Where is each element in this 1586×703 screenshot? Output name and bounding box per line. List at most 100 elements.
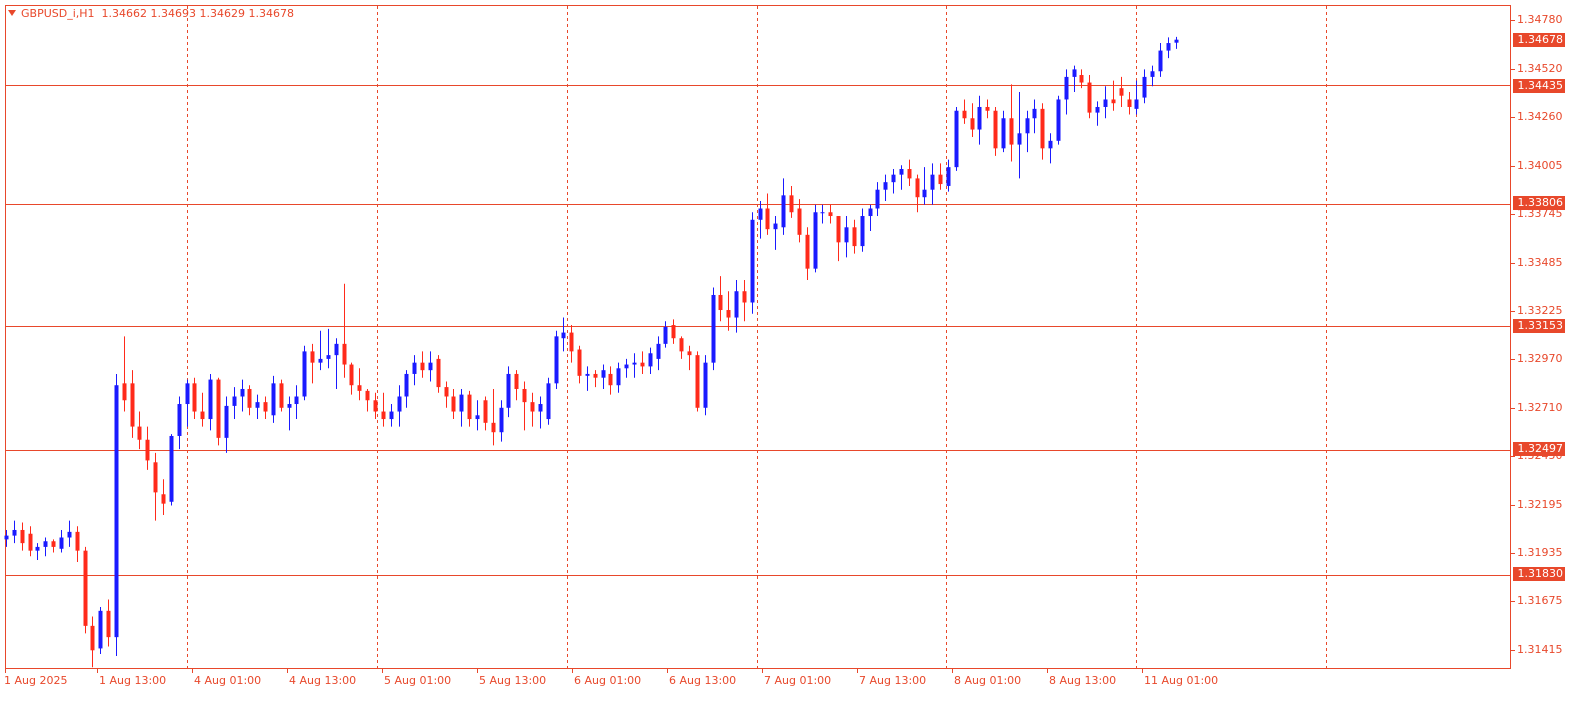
price-tick-mark [1511, 263, 1515, 264]
candle-body [891, 174, 896, 183]
candle-body [836, 216, 841, 243]
price-tick-label: 1.34005 [1517, 159, 1563, 172]
candle-body [459, 394, 464, 412]
candle-body [420, 362, 425, 371]
candle-body [381, 411, 386, 420]
candlestick [98, 607, 103, 655]
price-tick-label: 1.31935 [1517, 546, 1563, 559]
candlestick [381, 392, 386, 427]
candlestick [475, 400, 480, 431]
candle-body [797, 208, 802, 235]
candlestick [530, 392, 535, 427]
candle-body [271, 383, 276, 416]
time-tick-mark [1047, 669, 1048, 673]
candlestick [232, 387, 237, 420]
candle-body [1001, 118, 1006, 149]
candlestick [922, 167, 927, 205]
price-tick-mark [1511, 505, 1515, 506]
candlestick [915, 174, 920, 213]
ohlc-readout: 1.34662 1.34693 1.34629 1.34678 [101, 7, 294, 20]
time-tick-label: 7 Aug 13:00 [859, 674, 927, 687]
candlestick [349, 362, 354, 395]
candle-body [349, 364, 354, 386]
candlestick [1127, 91, 1132, 115]
collapse-triangle-icon[interactable] [8, 10, 16, 16]
candlestick [797, 199, 802, 243]
candlestick [436, 355, 441, 393]
candle-body [970, 118, 975, 130]
candlestick [255, 394, 260, 420]
candle-body [357, 385, 362, 391]
candlestick [287, 396, 292, 431]
time-tick-mark [572, 669, 573, 673]
candle-body [1072, 69, 1077, 77]
candle-body [718, 294, 723, 311]
candle-body [773, 223, 778, 230]
level-price-badge: 1.33153 [1513, 319, 1565, 333]
candlestick [860, 208, 865, 252]
candle-body [1127, 99, 1132, 107]
candlestick [67, 520, 72, 547]
price-tick-mark [1511, 69, 1515, 70]
candle-body [177, 404, 182, 436]
candlestick [4, 529, 9, 547]
candle-body [475, 415, 480, 420]
time-tick-label: 4 Aug 13:00 [289, 674, 357, 687]
time-tick-label: 4 Aug 01:00 [194, 674, 262, 687]
symbol-label: GBPUSD_i,H1 [21, 7, 95, 20]
candle-body [671, 325, 676, 339]
candlestick [1072, 65, 1077, 92]
candlestick [632, 353, 637, 378]
time-tick-label: 5 Aug 01:00 [384, 674, 452, 687]
candle-body [632, 362, 637, 365]
candlestick [954, 106, 959, 171]
candle-body [1119, 88, 1124, 96]
candle-body [648, 353, 653, 367]
candle-body [789, 195, 794, 213]
candle-body [899, 169, 904, 175]
candlestick [412, 355, 417, 386]
candlestick [75, 526, 80, 562]
time-tick-label: 1 Aug 13:00 [99, 674, 167, 687]
candlestick [695, 351, 700, 412]
candlestick [538, 396, 543, 429]
candle-body [711, 294, 716, 363]
price-chart[interactable] [0, 0, 1586, 703]
candlestick [930, 163, 935, 205]
candlestick [750, 212, 755, 314]
candlestick [1048, 133, 1053, 164]
candlestick [868, 204, 873, 232]
candle-body [412, 362, 417, 374]
candlestick [608, 366, 613, 395]
candlestick [271, 375, 276, 423]
candlestick [742, 279, 747, 322]
price-tick-label: 1.34520 [1517, 62, 1563, 75]
candle-body [67, 531, 72, 538]
candlestick [970, 103, 975, 138]
candle-body [875, 189, 880, 209]
candle-body [1134, 99, 1139, 109]
candlestick [1001, 110, 1006, 153]
candlestick [169, 434, 174, 506]
candle-body [820, 212, 825, 214]
candlestick [483, 396, 488, 431]
candlestick [428, 351, 433, 382]
price-tick-label: 1.32970 [1517, 352, 1563, 365]
candle-body [51, 541, 56, 547]
candle-body [616, 368, 621, 386]
candle-body [993, 110, 998, 149]
candlestick [546, 377, 551, 425]
candle-body [428, 362, 433, 371]
candlestick [1017, 91, 1022, 179]
candlestick [616, 362, 621, 393]
candle-body [35, 546, 40, 551]
candlestick [216, 377, 221, 446]
candle-body [554, 336, 559, 384]
candlestick [451, 388, 456, 420]
price-tick-label: 1.32195 [1517, 498, 1563, 511]
candle-body [758, 208, 763, 220]
candlestick [130, 370, 135, 438]
candlestick [499, 400, 504, 442]
candlestick [106, 599, 111, 647]
candlestick [208, 373, 213, 431]
